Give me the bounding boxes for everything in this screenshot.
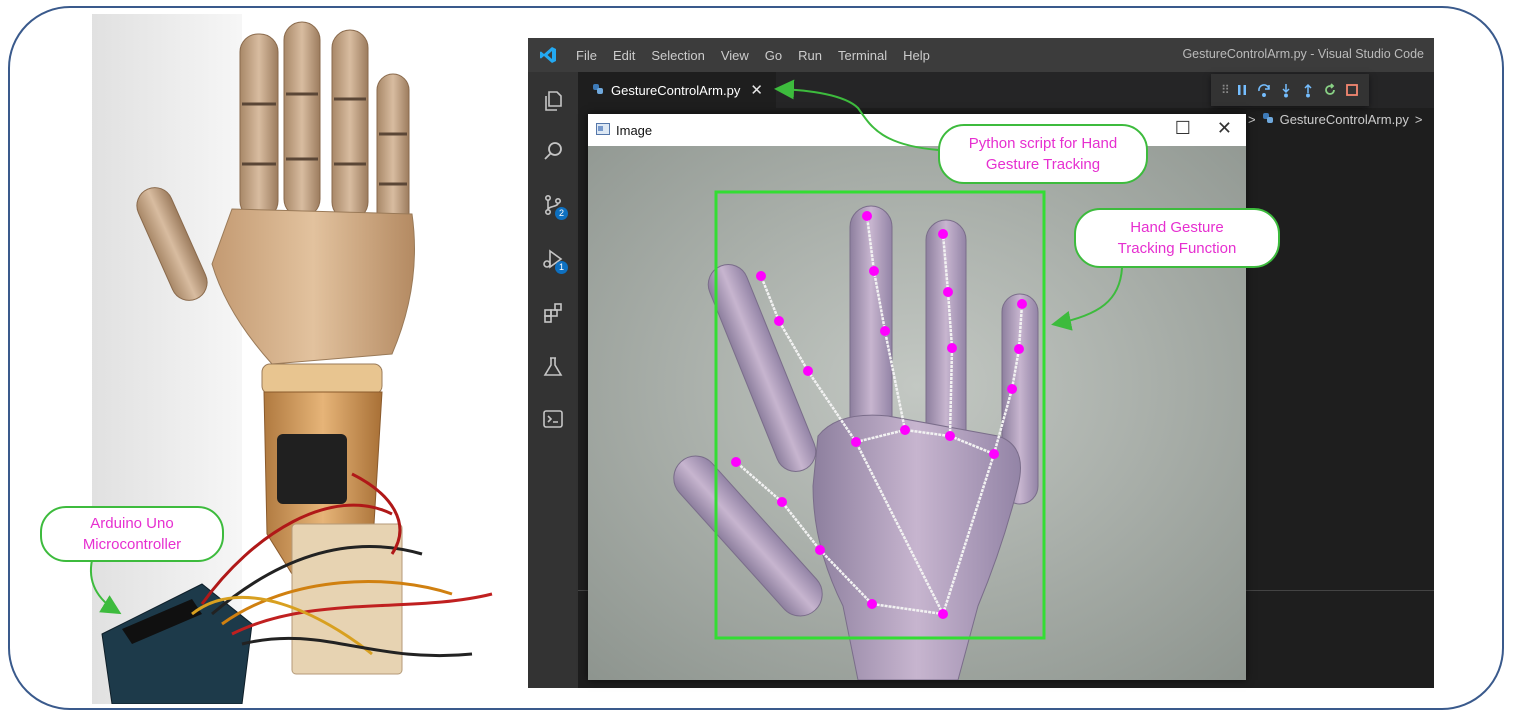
callout-python-script-line1: Python script for Hand: [968, 135, 1118, 152]
search-icon[interactable]: [538, 136, 568, 166]
menu-bar: File Edit Selection View Go Run Terminal…: [528, 38, 1434, 72]
callout-tracking-function-line1: Hand Gesture: [1130, 219, 1224, 236]
debug-toolbar: ⠿: [1211, 74, 1369, 106]
tab-gesturecontrolarm[interactable]: GestureControlArm.py ✕: [578, 72, 776, 108]
extensions-icon[interactable]: [538, 298, 568, 328]
maximize-button[interactable]: ☐: [1175, 118, 1191, 139]
image-window-icon: [596, 122, 610, 138]
tab-label: GestureControlArm.py: [611, 82, 741, 98]
image-window-title: Image: [616, 122, 653, 138]
drag-handle-icon[interactable]: ⠿: [1221, 83, 1230, 97]
terminal-icon[interactable]: [538, 404, 568, 434]
robotic-arm-photo: [92, 14, 512, 704]
explorer-icon[interactable]: [538, 86, 568, 116]
callout-python-script-line2: Gesture Tracking: [985, 156, 1101, 173]
menu-file[interactable]: File: [568, 48, 605, 63]
callout-tracking-function: Hand Gesture Tracking Function: [1074, 208, 1280, 268]
vscode-logo-icon[interactable]: [528, 38, 568, 72]
step-over-icon[interactable]: [1256, 82, 1272, 98]
breadcrumb-separator: >: [1414, 112, 1423, 127]
source-control-badge: 2: [555, 207, 568, 220]
menu-run[interactable]: Run: [790, 48, 830, 63]
menu-terminal[interactable]: Terminal: [830, 48, 895, 63]
stop-icon[interactable]: [1344, 82, 1360, 98]
window-title: GestureControlArm.py - Visual Studio Cod…: [1182, 47, 1424, 61]
breadcrumb-file[interactable]: GestureControlArm.py: [1280, 112, 1409, 127]
run-debug-icon[interactable]: 1: [538, 244, 568, 274]
testing-icon[interactable]: [538, 352, 568, 382]
callout-arduino: Arduino Uno Microcontroller: [40, 506, 224, 562]
image-window-titlebar[interactable]: Image ☐ ✕: [588, 114, 1246, 146]
python-file-icon: [1262, 112, 1274, 127]
menu-go[interactable]: Go: [757, 48, 790, 63]
python-file-icon: [592, 83, 604, 98]
tab-close-icon[interactable]: ✕: [750, 81, 763, 99]
step-out-icon[interactable]: [1300, 82, 1316, 98]
image-window: Image ☐ ✕: [588, 114, 1246, 680]
run-debug-badge: 1: [555, 261, 568, 274]
callout-arduino-line1: Arduino Uno: [90, 515, 174, 532]
step-into-icon[interactable]: [1278, 82, 1294, 98]
callout-python-script: Python script for Hand Gesture Tracking: [938, 124, 1148, 184]
pause-icon[interactable]: [1234, 82, 1250, 98]
callout-tracking-function-line2: Tracking Function: [1117, 240, 1237, 257]
menu-selection[interactable]: Selection: [643, 48, 712, 63]
activity-bar: 2 1: [528, 72, 578, 688]
restart-icon[interactable]: [1322, 82, 1338, 98]
source-control-icon[interactable]: 2: [538, 190, 568, 220]
breadcrumb: > GestureControlArm.py >: [1248, 112, 1423, 127]
menu-edit[interactable]: Edit: [605, 48, 643, 63]
menu-view[interactable]: View: [713, 48, 757, 63]
menu-help[interactable]: Help: [895, 48, 938, 63]
close-button[interactable]: ✕: [1217, 118, 1232, 139]
breadcrumb-separator: >: [1248, 112, 1256, 127]
callout-arduino-line2: Microcontroller: [82, 536, 182, 553]
